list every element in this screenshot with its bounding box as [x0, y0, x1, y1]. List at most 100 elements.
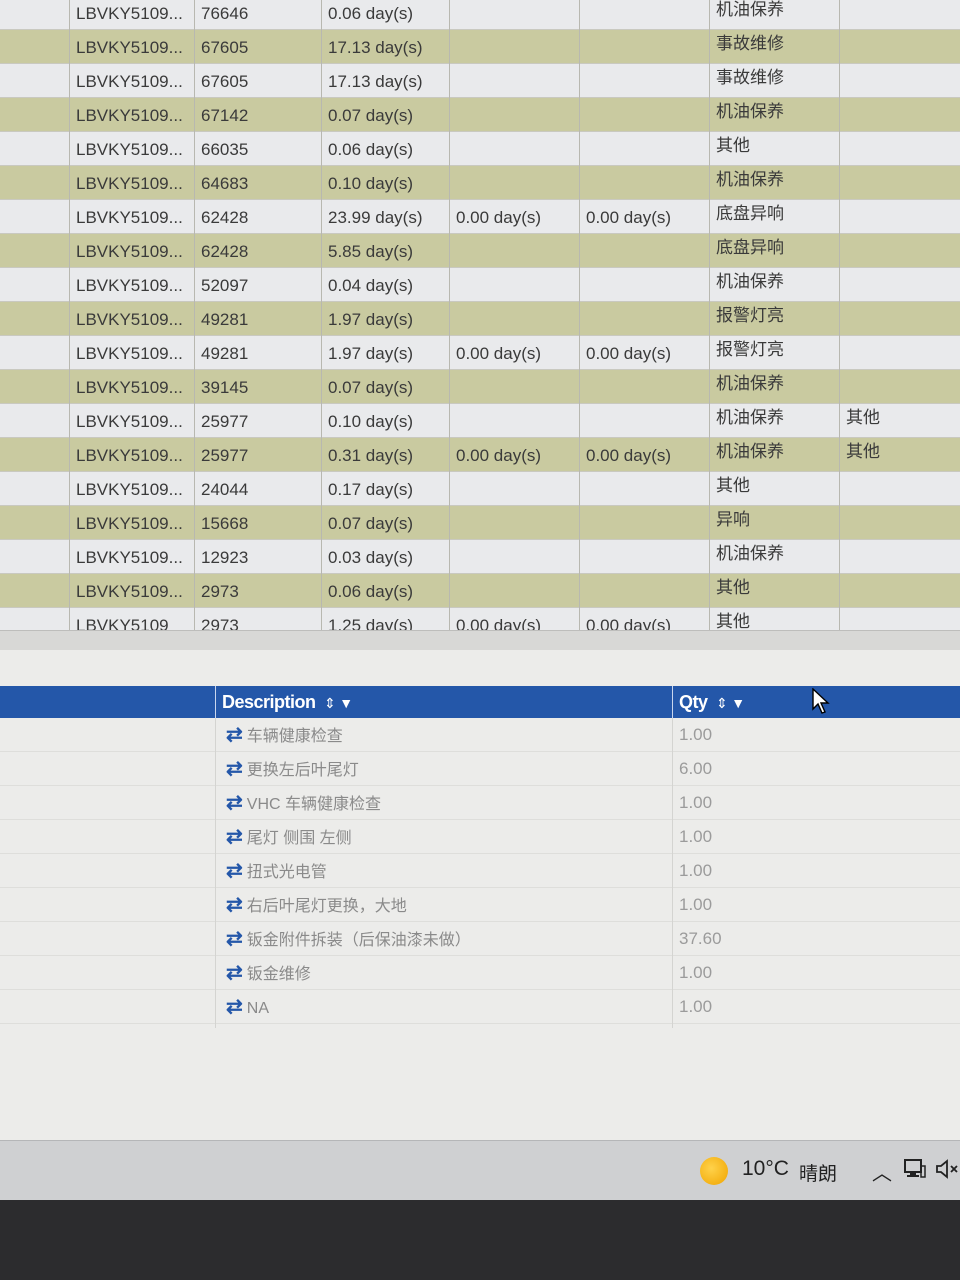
- vin-cell: LBVKY5109...: [70, 438, 195, 472]
- duration-cell: 0.00 day(s): [580, 200, 710, 234]
- weather-temperature[interactable]: 10°C: [742, 1157, 789, 1181]
- network-icon[interactable]: [903, 1157, 927, 1181]
- repair-type-secondary-cell: [840, 30, 960, 64]
- column-header-qty-label: Qty: [679, 692, 708, 712]
- table-row[interactable]: LBVKY5109... 76646 0.06 day(s) 机油保养: [0, 0, 960, 30]
- table-row[interactable]: LBVKY5109... 2973 0.06 day(s) 其他: [0, 574, 960, 608]
- duration-cell: [450, 506, 580, 540]
- table-row[interactable]: LBVKY5109... 52097 0.04 day(s) 机油保养: [0, 268, 960, 302]
- table-row[interactable]: LBVKY5109... 25977 0.10 day(s) 机油保养 其他: [0, 404, 960, 438]
- column-header-description[interactable]: Description ⇕ ▼: [215, 686, 672, 718]
- table-row[interactable]: LBVKY5109... 62428 23.99 day(s) 0.00 day(s)…: [0, 200, 960, 234]
- list-item[interactable]: ⇄ VHC 车辆健康检查 1.00: [0, 786, 960, 820]
- table-row[interactable]: LBVKY5109... 25977 0.31 day(s) 0.00 day(s) 0…: [0, 438, 960, 472]
- table-row[interactable]: LBVKY5109... 67605 17.13 day(s) 事故维修: [0, 64, 960, 98]
- column-header-description-label: Description: [222, 692, 316, 712]
- repair-type-cell: 事故维修: [710, 64, 840, 98]
- table-row[interactable]: LBVKY5109 2973 1.25 day(s) 0.00 day(s) 0.00 …: [0, 608, 960, 630]
- row-indicator-cell: [0, 268, 70, 302]
- weather-description[interactable]: 晴朗: [799, 1159, 837, 1186]
- table-row[interactable]: LBVKY5109... 24044 0.17 day(s) 其他: [0, 472, 960, 506]
- line-item-qty: 1.00: [679, 793, 713, 812]
- transfer-arrows-icon[interactable]: ⇄: [226, 996, 243, 1018]
- sun-icon[interactable]: [700, 1157, 728, 1185]
- table-row[interactable]: LBVKY5109... 15668 0.07 day(s) 异响: [0, 506, 960, 540]
- vin-cell: LBVKY5109...: [70, 0, 195, 30]
- transfer-arrows-icon[interactable]: ⇄: [226, 928, 243, 950]
- filter-icon[interactable]: ▼: [339, 695, 353, 711]
- table-row[interactable]: LBVKY5109... 67605 17.13 day(s) 事故维修: [0, 30, 960, 64]
- line-item-description: ⇄ VHC 车辆健康检查: [226, 786, 381, 820]
- repair-type-cell: 底盘异响: [710, 200, 840, 234]
- mileage-cell: 25977: [195, 404, 322, 438]
- chevron-up-icon[interactable]: ︿: [872, 1157, 892, 1186]
- list-item[interactable]: ⇄ 更换左后叶尾灯 6.00: [0, 752, 960, 786]
- vin-cell: LBVKY5109...: [70, 472, 195, 506]
- row-indicator-cell: [0, 30, 70, 64]
- table-row[interactable]: LBVKY5109... 66035 0.06 day(s) 其他: [0, 132, 960, 166]
- vin-cell: LBVKY5109...: [70, 234, 195, 268]
- vin-cell: LBVKY5109...: [70, 574, 195, 608]
- transfer-arrows-icon[interactable]: ⇄: [226, 962, 243, 984]
- mouse-cursor-icon: [812, 688, 830, 714]
- filter-icon[interactable]: ▼: [731, 695, 745, 711]
- mileage-cell: 62428: [195, 234, 322, 268]
- table-row[interactable]: LBVKY5109... 67142 0.07 day(s) 机油保养: [0, 98, 960, 132]
- table-row[interactable]: LBVKY5109... 64683 0.10 day(s) 机油保养: [0, 166, 960, 200]
- repair-type-secondary-cell: 其他: [846, 442, 880, 461]
- list-item[interactable]: ⇄ NA 1.00: [0, 990, 960, 1024]
- list-item[interactable]: ⇄ 钣金附件拆装（后保油漆未做） 37.60: [0, 922, 960, 956]
- line-item-description: ⇄ 车辆健康检查: [226, 718, 343, 752]
- repair-type-cell: 其他: [710, 608, 840, 630]
- table-row[interactable]: LBVKY5109... 12923 0.03 day(s) 机油保养: [0, 540, 960, 574]
- repair-type-secondary-cell: [840, 336, 960, 370]
- list-item[interactable]: ⇄ 尾灯 侧围 左侧 1.00: [0, 820, 960, 854]
- mileage-cell: 52097: [195, 268, 322, 302]
- list-item[interactable]: ⇄ 钣金维修 1.00: [0, 956, 960, 990]
- sort-arrows-icon[interactable]: ⇕: [324, 695, 336, 711]
- sort-arrows-icon[interactable]: ⇕: [716, 695, 728, 711]
- line-item-description-text: 右后叶尾灯更换，大地: [246, 898, 407, 915]
- transfer-arrows-icon[interactable]: ⇄: [226, 724, 243, 746]
- vin-cell: LBVKY5109...: [70, 370, 195, 404]
- transfer-arrows-icon[interactable]: ⇄: [226, 792, 243, 814]
- duration-cell: 0.00 day(s): [450, 336, 580, 370]
- mileage-cell: 76646: [195, 0, 322, 30]
- line-item-qty: 1.00: [679, 725, 713, 744]
- duration-cell: 0.00 day(s): [580, 438, 710, 472]
- duration-cell: 0.04 day(s): [322, 268, 450, 302]
- mileage-cell: 2973: [195, 608, 322, 630]
- repair-type-cell: 机油保养: [710, 404, 840, 438]
- duration-cell: [580, 0, 710, 30]
- table-row[interactable]: LBVKY5109... 49281 1.97 day(s) 0.00 day(s) 0…: [0, 336, 960, 370]
- duration-cell: [580, 268, 710, 302]
- list-item[interactable]: ⇄ 扭式光电管 1.00: [0, 854, 960, 888]
- duration-cell: 5.85 day(s): [322, 234, 450, 268]
- repair-type-secondary-cell: [840, 166, 960, 200]
- grid-splitter[interactable]: [0, 630, 960, 652]
- taskbar: 10°C 晴朗 ︿: [0, 1140, 960, 1200]
- list-item[interactable]: ⇄ 右后叶尾灯更换，大地 1.00: [0, 888, 960, 922]
- vin-cell: LBVKY5109...: [70, 506, 195, 540]
- table-row[interactable]: LBVKY5109... 39145 0.07 day(s) 机油保养: [0, 370, 960, 404]
- duration-cell: 1.97 day(s): [322, 336, 450, 370]
- repair-type-cell: 报警灯亮: [710, 302, 840, 336]
- transfer-arrows-icon[interactable]: ⇄: [226, 894, 243, 916]
- line-item-description-text: 尾灯 侧围 左侧: [246, 830, 352, 847]
- volume-muted-icon[interactable]: [935, 1157, 960, 1181]
- table-row[interactable]: LBVKY5109... 49281 1.97 day(s) 报警灯亮: [0, 302, 960, 336]
- transfer-arrows-icon[interactable]: ⇄: [226, 860, 243, 882]
- duration-cell: 0.07 day(s): [322, 506, 450, 540]
- repair-type-secondary-cell: [840, 200, 960, 234]
- repair-type-cell: 机油保养: [710, 0, 840, 30]
- mileage-cell: 39145: [195, 370, 322, 404]
- work-order-grid[interactable]: LBVKY5109... 76646 0.06 day(s) 机油保养 LBVKY510…: [0, 0, 960, 630]
- row-indicator-cell: [0, 200, 70, 234]
- list-item[interactable]: ⇄ 车辆健康检查 1.00: [0, 718, 960, 752]
- table-row[interactable]: LBVKY5109... 62428 5.85 day(s) 底盘异响: [0, 234, 960, 268]
- line-item-description-text: VHC 车辆健康检查: [246, 796, 381, 813]
- transfer-arrows-icon[interactable]: ⇄: [226, 826, 243, 848]
- transfer-arrows-icon[interactable]: ⇄: [226, 758, 243, 780]
- duration-cell: [450, 574, 580, 608]
- duration-cell: [580, 302, 710, 336]
